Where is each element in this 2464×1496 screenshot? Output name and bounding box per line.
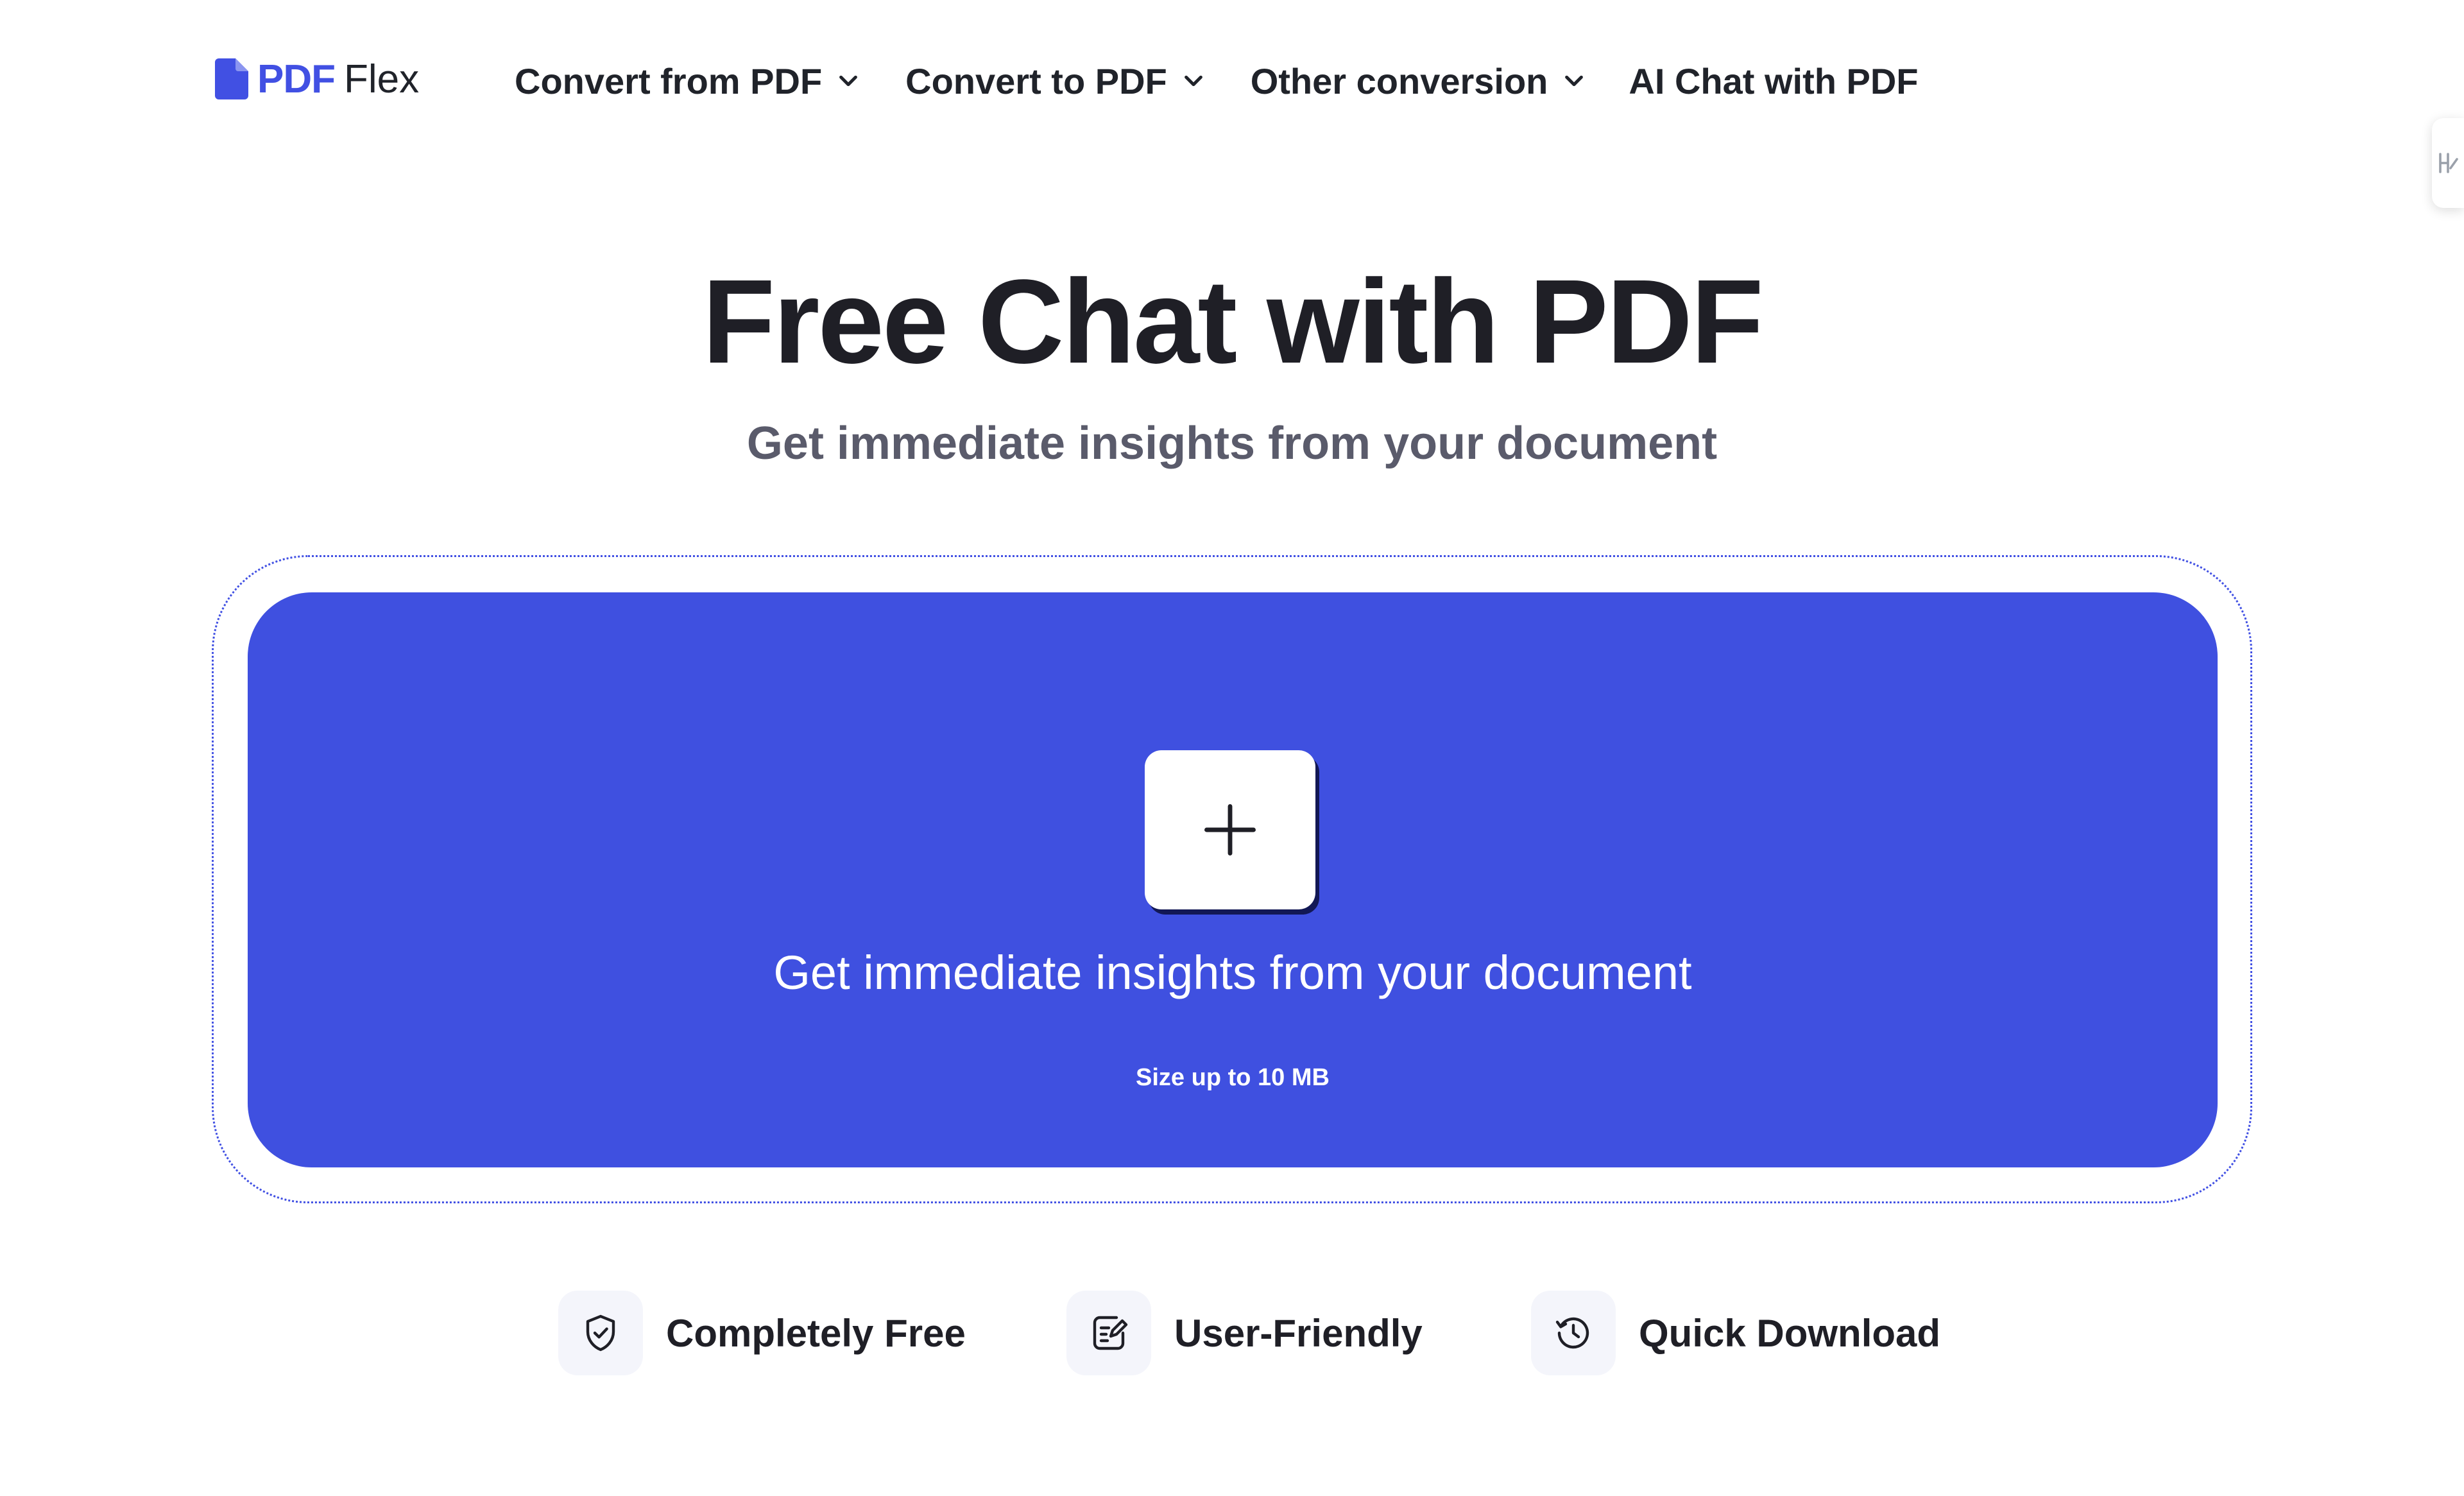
feature-list: Completely Free User-Friendly Quick Down… xyxy=(0,1290,2464,1380)
chevron-down-icon xyxy=(1184,75,1202,87)
document-icon xyxy=(215,58,248,99)
nav-label: AI Chat with PDF xyxy=(1629,60,1919,101)
translate-icon xyxy=(2439,153,2458,173)
nav-ai-chat-with-pdf[interactable]: AI Chat with PDF xyxy=(1629,60,1918,102)
logo-brand-primary: PDF xyxy=(257,56,336,101)
feature-icon-box xyxy=(558,1291,643,1375)
side-panel-handle[interactable] xyxy=(2432,118,2464,208)
page-subtitle: Get immediate insights from your documen… xyxy=(746,418,1718,469)
feature-quick-download: Quick Download xyxy=(1531,1290,1940,1376)
add-file-button[interactable] xyxy=(1145,750,1315,909)
feature-label: User-Friendly xyxy=(1174,1311,1423,1355)
upload-size-note: Size up to 10 MB xyxy=(1136,1064,1330,1091)
nav-convert-to-pdf[interactable]: Convert to PDF xyxy=(905,60,1206,102)
chevron-down-icon xyxy=(1565,75,1584,87)
main-nav: Convert from PDF Convert to PDF Other co… xyxy=(515,55,1918,107)
feature-user-friendly: User-Friendly xyxy=(1066,1290,1423,1376)
nav-other-conversion[interactable]: Other conversion xyxy=(1251,60,1587,102)
feature-label: Quick Download xyxy=(1639,1311,1941,1355)
site-header: PDF Flex Convert from PDF Convert to PDF… xyxy=(0,0,2464,208)
feature-icon-box xyxy=(1531,1291,1616,1375)
page-title: Free Chat with PDF xyxy=(702,255,1763,388)
upload-prompt: Get immediate insights from your documen… xyxy=(773,946,1692,999)
feature-completely-free: Completely Free xyxy=(558,1290,966,1376)
shield-check-icon xyxy=(586,1314,615,1352)
plus-icon xyxy=(1204,804,1256,855)
nav-label: Other conversion xyxy=(1250,60,1548,101)
feature-icon-box xyxy=(1066,1291,1151,1375)
logo[interactable]: PDF Flex xyxy=(214,56,419,101)
chevron-down-icon xyxy=(839,75,858,87)
nav-label: Convert from PDF xyxy=(515,60,823,101)
feature-label: Completely Free xyxy=(666,1311,966,1355)
clock-history-icon xyxy=(1555,1317,1589,1349)
upload-dropzone[interactable]: Get immediate insights from your documen… xyxy=(248,592,2218,1167)
nav-label: Convert to PDF xyxy=(905,60,1167,101)
logo-brand-secondary: Flex xyxy=(344,56,420,101)
edit-note-icon xyxy=(1093,1316,1128,1350)
nav-convert-from-pdf[interactable]: Convert from PDF xyxy=(515,60,860,102)
